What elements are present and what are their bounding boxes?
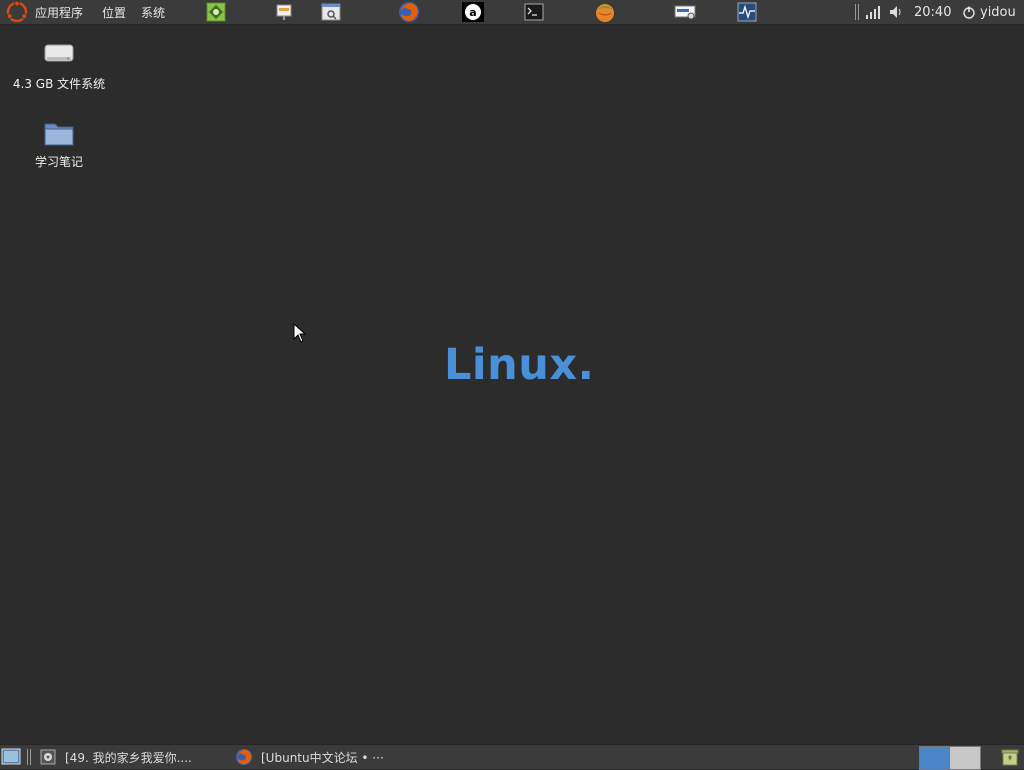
menu-system[interactable]: 系统	[141, 0, 165, 24]
firefox-icon[interactable]	[398, 2, 420, 22]
app-launcher-green-icon[interactable]	[205, 2, 227, 22]
firefox-icon	[235, 748, 253, 766]
system-monitor-icon[interactable]	[736, 2, 758, 22]
menu-applications[interactable]: 应用程序	[35, 0, 83, 24]
network-card-icon[interactable]	[674, 2, 696, 22]
amarok-icon[interactable]: a	[462, 2, 484, 22]
bottom-panel: [49. 我的家乡我爱你.... [Ubuntu中文论坛 • ···	[0, 744, 1024, 770]
desktop-icon-filesystem[interactable]: 4.3 GB 文件系统	[9, 42, 109, 93]
show-desktop-button[interactable]	[1, 746, 21, 768]
svg-text:a: a	[469, 6, 476, 19]
power-icon[interactable]	[962, 0, 976, 24]
window-search-icon[interactable]	[320, 2, 342, 22]
taskbar-item-label: [Ubuntu中文论坛 • ···	[261, 750, 384, 765]
taskbar-item-label: [49. 我的家乡我爱你....	[65, 750, 192, 765]
desktop-icon-label: 学习笔记	[34, 155, 83, 169]
presentation-icon[interactable]	[273, 2, 295, 22]
trash-icon[interactable]	[1000, 746, 1020, 768]
terminal-icon[interactable]	[523, 2, 545, 22]
panel-handle-icon[interactable]	[854, 0, 860, 24]
signal-strength-icon[interactable]	[865, 0, 881, 24]
volume-icon[interactable]	[888, 0, 902, 24]
menu-places[interactable]: 位置	[102, 0, 126, 24]
desktop-icon-folder[interactable]: 学习笔记	[9, 120, 109, 171]
wallpaper-linux-logo: Linux.	[444, 340, 595, 390]
folder-icon	[43, 120, 75, 152]
orange-ball-icon[interactable]	[594, 2, 616, 22]
mouse-cursor-icon	[293, 322, 307, 346]
drive-icon	[43, 42, 75, 74]
ubuntu-logo-icon[interactable]	[6, 0, 28, 24]
media-player-icon	[40, 749, 56, 765]
taskbar-item-media[interactable]: [49. 我的家乡我爱你....	[40, 746, 230, 768]
user-name[interactable]: yidou	[980, 0, 1016, 24]
desktop-icon-label: 4.3 GB 文件系统	[12, 77, 106, 91]
workspace-1[interactable]	[919, 746, 951, 770]
top-panel: 应用程序 位置 系统 a 20:40 yidou	[0, 0, 1024, 25]
panel-handle-icon[interactable]	[26, 746, 32, 768]
taskbar-item-firefox[interactable]: [Ubuntu中文论坛 • ···	[235, 746, 435, 768]
workspace-2[interactable]	[949, 746, 981, 770]
clock[interactable]: 20:40	[914, 0, 951, 24]
